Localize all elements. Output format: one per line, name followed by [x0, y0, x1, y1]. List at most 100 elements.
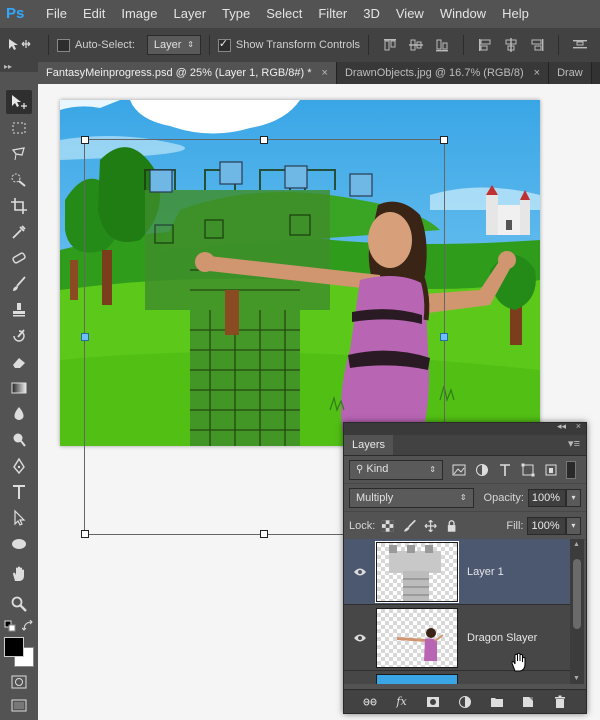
brush-tool[interactable] [6, 272, 32, 296]
hand-tool[interactable] [6, 562, 32, 586]
distribute-top-icon[interactable] [572, 37, 588, 53]
layer-name[interactable]: Layer 1 [467, 566, 504, 578]
fill-input[interactable]: 100% [527, 516, 566, 535]
align-top-edges-icon[interactable] [382, 37, 398, 53]
transform-handle-top-center[interactable] [260, 136, 268, 144]
align-horizontal-centers-icon[interactable] [503, 37, 519, 53]
fill-slider-toggle[interactable]: ▾ [565, 516, 582, 535]
scroll-up-icon[interactable]: ▲ [573, 541, 580, 548]
opacity-slider-toggle[interactable]: ▾ [565, 488, 581, 507]
new-layer-icon[interactable] [521, 695, 535, 709]
layer-row-background-partial[interactable] [344, 671, 570, 684]
auto-select-target-dropdown[interactable]: Layer ⇕ [146, 35, 201, 55]
align-vertical-centers-icon[interactable] [408, 37, 424, 53]
crop-tool[interactable] [6, 194, 32, 218]
healing-brush-tool[interactable] [6, 246, 32, 270]
menu-image[interactable]: Image [113, 0, 165, 28]
collapse-panel-icon[interactable]: ◂◂ [557, 421, 566, 432]
close-tab-icon[interactable]: × [534, 62, 540, 84]
blend-mode-dropdown[interactable]: Multiply ⇕ [349, 487, 474, 508]
menu-view[interactable]: View [388, 0, 432, 28]
eraser-tool[interactable] [6, 350, 32, 374]
trash-icon[interactable] [553, 695, 567, 709]
pen-tool[interactable] [6, 454, 32, 478]
add-mask-icon[interactable] [426, 695, 440, 709]
fx-layer-style-icon[interactable]: fx [395, 695, 409, 709]
close-panel-icon[interactable]: × [576, 421, 581, 431]
menu-help[interactable]: Help [494, 0, 537, 28]
opacity-input[interactable]: 100% [527, 488, 566, 507]
tab-fantasy-document[interactable]: FantasyMeinprogress.psd @ 25% (Layer 1, … [38, 62, 337, 84]
show-transform-checkbox[interactable] [217, 37, 231, 52]
transform-handle-middle-right[interactable] [440, 333, 448, 341]
layer-row-layer-1[interactable]: Layer 1 [344, 539, 570, 605]
menu-window[interactable]: Window [432, 0, 494, 28]
transform-handle-middle-left[interactable] [81, 333, 89, 341]
pixel-filter-icon[interactable] [452, 463, 466, 477]
menu-select[interactable]: Select [258, 0, 310, 28]
tab-layers[interactable]: Layers [344, 435, 394, 455]
blur-tool[interactable] [6, 402, 32, 426]
panel-grip[interactable]: ▸▸ [0, 62, 38, 72]
move-tool[interactable] [6, 90, 32, 114]
foreground-color-swatch[interactable] [4, 637, 24, 657]
close-tab-icon[interactable]: × [322, 62, 328, 84]
gradient-tool[interactable] [6, 376, 32, 400]
auto-select-toggle[interactable]: Auto-Select: [57, 38, 135, 52]
layer-visibility-toggle[interactable] [344, 633, 376, 643]
transform-handle-bottom-center[interactable] [260, 530, 268, 538]
path-selection-tool[interactable] [6, 506, 32, 530]
swap-colors-icon[interactable] [22, 620, 34, 632]
screen-mode-button[interactable] [6, 694, 32, 718]
align-left-edges-icon[interactable] [477, 37, 493, 53]
smart-object-filter-icon[interactable] [544, 463, 558, 477]
filter-toggle-switch[interactable] [566, 460, 576, 479]
quick-select-tool[interactable] [6, 168, 32, 192]
panel-titlebar[interactable]: ◂◂ × [344, 421, 586, 435]
zoom-tool[interactable] [6, 592, 32, 616]
scroll-down-icon[interactable]: ▼ [573, 675, 580, 682]
adjustment-layer-icon[interactable] [458, 695, 472, 709]
eyedropper-tool[interactable] [6, 220, 32, 244]
lock-transparency-icon[interactable] [381, 519, 394, 533]
tab-drawn-objects[interactable]: DrawnObjects.jpg @ 16.7% (RGB/8) × [336, 62, 550, 84]
lock-position-move-icon[interactable] [424, 519, 437, 533]
transform-handle-top-left[interactable] [81, 136, 89, 144]
align-bottom-edges-icon[interactable] [434, 37, 450, 53]
layers-scrollbar[interactable]: ▲ ▼ [570, 539, 584, 684]
lasso-tool[interactable] [6, 142, 32, 166]
group-folder-icon[interactable] [490, 695, 504, 709]
type-filter-icon[interactable] [498, 463, 512, 477]
default-colors-icon[interactable] [4, 620, 16, 632]
scrollbar-thumb[interactable] [573, 559, 581, 629]
menu-type[interactable]: Type [214, 0, 258, 28]
layer-visibility-toggle[interactable] [344, 567, 376, 577]
lock-pixels-brush-icon[interactable] [403, 519, 416, 533]
menu-edit[interactable]: Edit [75, 0, 113, 28]
auto-select-checkbox[interactable] [57, 38, 70, 52]
adjustment-filter-icon[interactable] [475, 463, 489, 477]
type-tool[interactable] [6, 480, 32, 504]
tab-draw[interactable]: Draw [549, 62, 592, 84]
marquee-tool[interactable] [6, 116, 32, 140]
transform-handle-top-right[interactable] [440, 136, 448, 144]
menu-3d[interactable]: 3D [355, 0, 388, 28]
clone-stamp-tool[interactable] [6, 298, 32, 322]
transform-handle-bottom-left[interactable] [81, 530, 89, 538]
align-right-edges-icon[interactable] [529, 37, 545, 53]
lock-all-padlock-icon[interactable] [445, 519, 458, 533]
filter-kind-dropdown[interactable]: ⚲ Kind ⇕ [349, 459, 443, 480]
menu-file[interactable]: File [38, 0, 75, 28]
shape-filter-icon[interactable] [521, 463, 535, 477]
menu-layer[interactable]: Layer [166, 0, 215, 28]
layer-row-dragon-slayer[interactable]: Dragon Slayer [344, 605, 570, 671]
history-brush-tool[interactable] [6, 324, 32, 348]
menu-filter[interactable]: Filter [310, 0, 355, 28]
dodge-tool[interactable] [6, 428, 32, 452]
quick-mask-button[interactable] [6, 670, 32, 694]
panel-menu-icon[interactable]: ▾≡ [568, 437, 580, 450]
layer-name[interactable]: Dragon Slayer [467, 632, 537, 644]
tool-preset-picker[interactable] [0, 31, 40, 59]
link-layers-icon[interactable] [363, 695, 377, 709]
show-transform-toggle[interactable]: Show Transform Controls [217, 37, 360, 52]
